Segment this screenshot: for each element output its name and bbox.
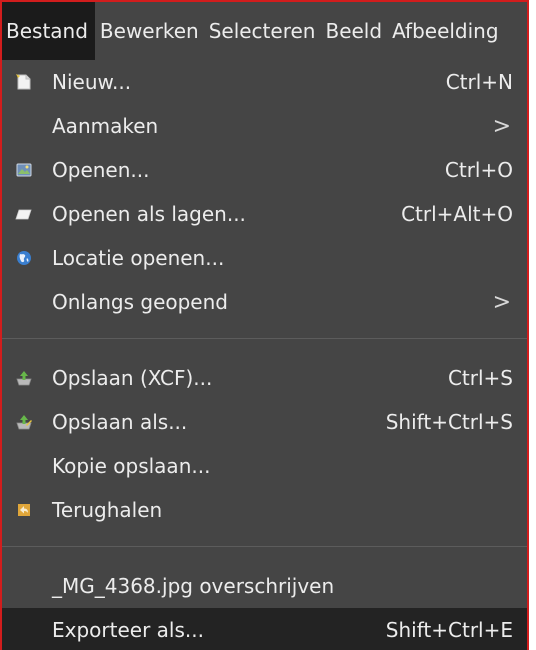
shortcut-label: Ctrl+Alt+O: [401, 202, 513, 226]
globe-icon: [2, 236, 46, 280]
menu-beeld[interactable]: Beeld: [320, 2, 387, 60]
menu-item-aanmaken[interactable]: Aanmaken >: [2, 104, 527, 148]
menu-item-openen[interactable]: Openen... Ctrl+O: [2, 148, 527, 192]
menu-item-label: Openen...: [52, 158, 150, 182]
menu-separator: [2, 338, 527, 339]
menu-item-label: Kopie opslaan...: [52, 454, 211, 478]
menubar: Bestand Bewerken Selecteren Beeld Afbeel…: [2, 2, 527, 60]
menu-selecteren[interactable]: Selecteren: [204, 2, 321, 60]
shortcut-label: Shift+Ctrl+S: [385, 410, 513, 434]
shortcut-label: Shift+Ctrl+E: [385, 618, 513, 642]
menu-item-exporteer-als[interactable]: Exporteer als... Shift+Ctrl+E: [2, 608, 527, 650]
menu-item-opslaan-als[interactable]: Opslaan als... Shift+Ctrl+S: [2, 400, 527, 444]
save-icon: [2, 356, 46, 400]
menu-item-label: Aanmaken: [52, 114, 159, 138]
submenu-arrow-icon: >: [492, 289, 511, 315]
menu-item-opslaan-xcf[interactable]: Opslaan (XCF)... Ctrl+S: [2, 356, 527, 400]
menu-item-label: Locatie openen...: [52, 246, 225, 270]
menu-item-terughalen[interactable]: Terughalen: [2, 488, 527, 532]
shortcut-label: Ctrl+S: [447, 366, 513, 390]
menu-bestand[interactable]: Bestand: [2, 2, 95, 60]
shortcut-label: Ctrl+O: [444, 158, 513, 182]
menu-item-overschrijven[interactable]: _MG_4368.jpg overschrijven: [2, 564, 527, 608]
file-menu-dropdown: Nieuw... Ctrl+N Aanmaken > Openen... Ctr…: [2, 60, 527, 650]
menu-item-label: Nieuw...: [52, 70, 132, 94]
submenu-arrow-icon: >: [492, 113, 511, 139]
open-as-layers-icon: [2, 192, 46, 236]
menu-item-label: Exporteer als...: [52, 618, 204, 642]
menu-item-kopie-opslaan[interactable]: Kopie opslaan...: [2, 444, 527, 488]
revert-icon: [2, 488, 46, 532]
menu-item-nieuw[interactable]: Nieuw... Ctrl+N: [2, 60, 527, 104]
menu-afbeelding[interactable]: Afbeelding: [387, 2, 504, 60]
menu-bewerken[interactable]: Bewerken: [95, 2, 204, 60]
menu-separator: [2, 546, 527, 547]
menu-item-onlangs-geopend[interactable]: Onlangs geopend >: [2, 280, 527, 324]
save-as-icon: [2, 400, 46, 444]
menu-item-label: Opslaan als...: [52, 410, 188, 434]
screenshot-frame: Bestand Bewerken Selecteren Beeld Afbeel…: [0, 0, 529, 650]
menu-item-label: Opslaan (XCF)...: [52, 366, 213, 390]
menu-item-label: Openen als lagen...: [52, 202, 246, 226]
open-image-icon: [2, 148, 46, 192]
menu-item-label: Onlangs geopend: [52, 290, 228, 314]
menu-item-locatie-openen[interactable]: Locatie openen...: [2, 236, 527, 280]
shortcut-label: Ctrl+N: [445, 70, 513, 94]
menu-item-label: Terughalen: [52, 498, 163, 522]
new-file-icon: [2, 60, 46, 104]
menu-item-label: _MG_4368.jpg overschrijven: [52, 574, 335, 598]
menu-item-openen-als-lagen[interactable]: Openen als lagen... Ctrl+Alt+O: [2, 192, 527, 236]
